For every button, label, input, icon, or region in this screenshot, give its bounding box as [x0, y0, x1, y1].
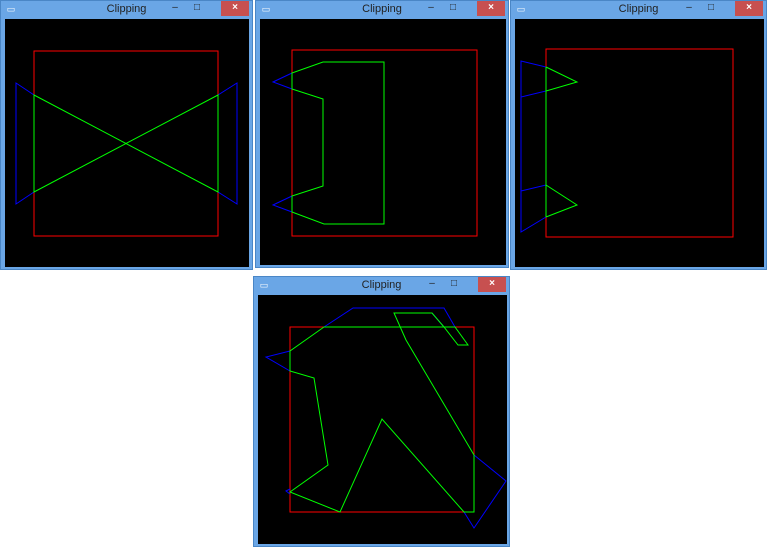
window-title: Clipping	[362, 3, 402, 15]
window-title: Clipping	[618, 3, 659, 15]
maximize-button[interactable]: □	[443, 277, 465, 292]
original-polygon-bottom	[463, 454, 507, 529]
minimize-button[interactable]: –	[164, 1, 186, 16]
title-bar[interactable]: ▭ Clipping – □ ×	[511, 1, 766, 19]
clipping-drawing	[271, 49, 478, 237]
close-button[interactable]: ×	[477, 1, 505, 16]
original-polygon-left	[264, 350, 291, 372]
drawing-canvas[interactable]	[258, 295, 507, 544]
original-polygon-notch	[394, 312, 445, 328]
clipped-polygon	[291, 61, 385, 225]
drawing-canvas[interactable]	[5, 19, 249, 267]
original-polygon	[520, 60, 547, 233]
clipping-drawing	[15, 50, 238, 237]
minimize-button[interactable]: –	[421, 277, 443, 292]
close-button[interactable]: ×	[221, 1, 249, 16]
clipping-window-4: ▭ Clipping – □ ×	[253, 276, 510, 547]
original-polygon-right	[217, 82, 238, 205]
clip-window-rect	[545, 48, 734, 238]
minimize-button[interactable]: –	[420, 1, 442, 16]
clipping-drawing	[264, 307, 507, 529]
close-button[interactable]: ×	[735, 1, 763, 16]
drawing-canvas[interactable]	[515, 19, 764, 267]
clipped-polygon	[288, 312, 475, 513]
drawing-canvas[interactable]	[260, 19, 506, 265]
original-polygon	[271, 72, 293, 90]
original-polygon-lower	[271, 195, 293, 213]
minimize-button[interactable]: –	[678, 1, 700, 16]
maximize-button[interactable]: □	[700, 1, 722, 16]
clipping-window-3: ▭ Clipping – □ ×	[510, 0, 767, 270]
window-title: Clipping	[106, 3, 147, 15]
window-title: Clipping	[361, 279, 402, 291]
title-bar[interactable]: ▭ Clipping – □ ×	[256, 1, 508, 19]
clipping-window-2: ▭ Clipping – □ ×	[255, 0, 509, 268]
close-button[interactable]: ×	[478, 277, 506, 292]
clipped-polygon	[33, 94, 219, 193]
maximize-button[interactable]: □	[442, 1, 464, 16]
original-polygon-lower-left	[285, 488, 291, 495]
clipping-window-1: ▭ Clipping – □ ×	[0, 0, 253, 270]
clipping-drawing	[520, 48, 734, 238]
clipped-polygon	[545, 66, 579, 218]
maximize-button[interactable]: □	[186, 1, 208, 16]
original-polygon	[15, 82, 35, 205]
title-bar[interactable]: ▭ Clipping – □ ×	[1, 1, 252, 19]
title-bar[interactable]: ▭ Clipping – □ ×	[254, 277, 509, 295]
